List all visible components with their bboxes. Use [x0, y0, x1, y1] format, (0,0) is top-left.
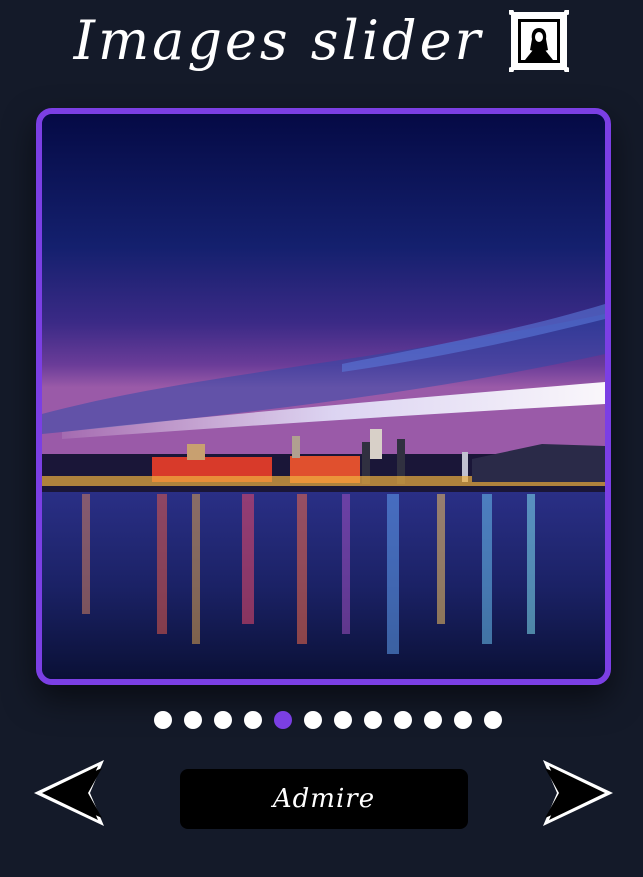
slide-dot[interactable] — [153, 711, 172, 729]
slide-dot[interactable] — [213, 711, 232, 729]
slide-dot[interactable] — [183, 711, 202, 729]
slide-dot[interactable] — [333, 711, 352, 729]
slide-caption: Admire — [272, 784, 376, 814]
slide-dots — [6, 711, 643, 731]
arrow-left-icon — [34, 760, 104, 826]
page-title-text: Images slider — [73, 9, 484, 72]
slide-dot[interactable] — [363, 711, 382, 729]
slide-frame — [36, 108, 611, 685]
slide-image — [42, 114, 605, 679]
slide-dot-active[interactable] — [273, 711, 292, 729]
slide-dot[interactable] — [393, 711, 412, 729]
slide-dot[interactable] — [483, 711, 502, 729]
slide-dot[interactable] — [243, 711, 262, 729]
caption-box: Admire — [180, 769, 468, 829]
slide-dot[interactable] — [453, 711, 472, 729]
page-title: Images slider — [0, 0, 643, 82]
prev-button[interactable] — [34, 756, 110, 830]
slide-dot[interactable] — [303, 711, 322, 729]
slide-dot[interactable] — [423, 711, 442, 729]
next-button[interactable] — [537, 756, 613, 830]
framed-picture-icon — [509, 10, 570, 72]
arrow-right-icon — [543, 760, 613, 826]
